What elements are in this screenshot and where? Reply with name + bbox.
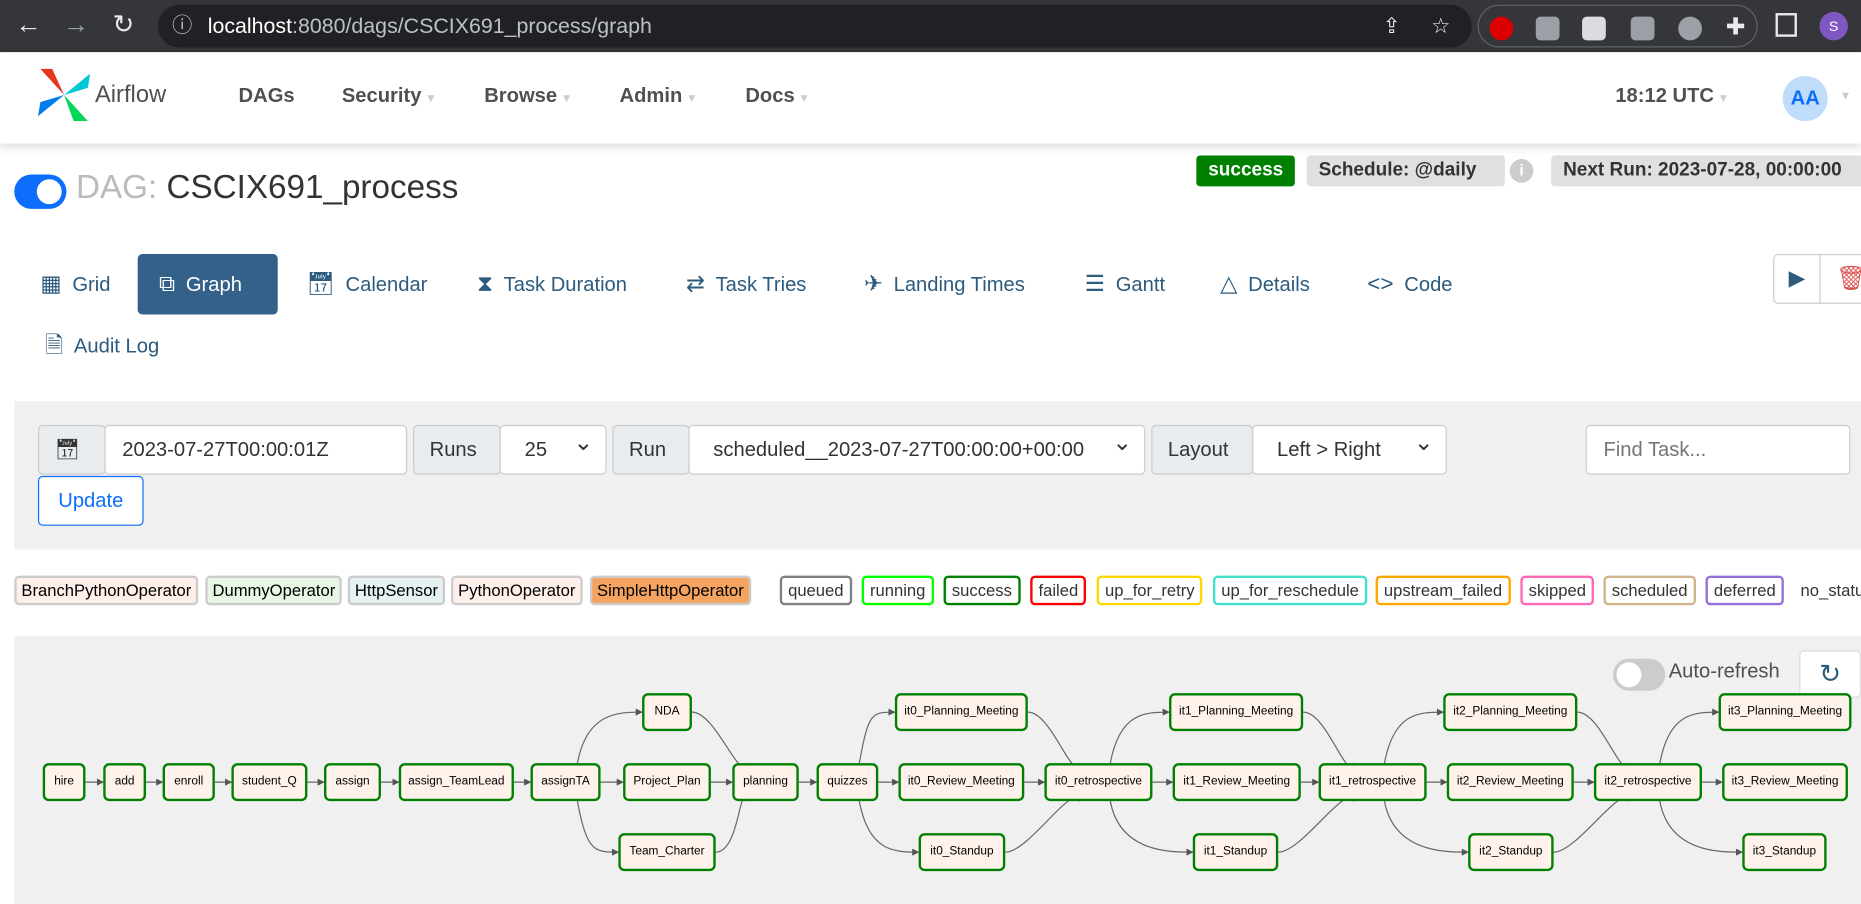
task-node[interactable]: assign_TeamLead — [398, 763, 514, 802]
task-node[interactable]: hire — [42, 763, 86, 802]
nav-docs[interactable]: Docs ▼ — [745, 84, 810, 108]
task-node[interactable]: student_Q — [231, 763, 308, 802]
brand-name: Airflow — [94, 81, 167, 109]
graph-edge — [1659, 801, 1744, 856]
graph-edge — [1383, 801, 1469, 856]
task-node[interactable]: it0_Planning_Meeting — [894, 693, 1028, 732]
graph-edge — [1027, 711, 1081, 771]
task-node[interactable]: it1_Review_Meeting — [1172, 763, 1301, 802]
graph-edge — [1553, 793, 1631, 853]
task-node[interactable]: add — [103, 763, 146, 802]
task-node[interactable]: Project_Plan — [623, 763, 711, 802]
task-node[interactable]: assign — [324, 763, 381, 802]
nav-security[interactable]: Security ▼ — [342, 84, 437, 108]
task-node[interactable]: Team_Charter — [618, 833, 716, 872]
graph-edge — [1109, 708, 1170, 764]
graph-edge — [576, 708, 643, 764]
airflow-logo[interactable] — [36, 66, 93, 123]
graph-edge — [1383, 708, 1444, 764]
graph-edge — [858, 708, 896, 764]
user-avatar[interactable]: AA — [1782, 75, 1828, 122]
clock-dropdown[interactable]: 18:12 UTC ▼ — [1615, 84, 1729, 108]
task-node[interactable]: assignTA — [530, 763, 601, 802]
task-node[interactable]: quizzes — [816, 763, 879, 802]
graph-edge — [1303, 711, 1355, 771]
nav-browse[interactable]: Browse ▼ — [484, 84, 572, 108]
graph-edge — [576, 801, 620, 856]
task-node[interactable]: it0_Review_Meeting — [898, 763, 1025, 802]
task-node[interactable]: it1_Standup — [1192, 833, 1279, 872]
graph-edge — [1005, 793, 1081, 853]
nav-dags[interactable]: DAGs — [239, 84, 295, 108]
task-node[interactable]: it3_Review_Meeting — [1722, 763, 1848, 802]
task-node[interactable]: it1_retrospective — [1318, 763, 1427, 802]
task-node[interactable]: it0_retrospective — [1044, 763, 1153, 802]
graph-edge — [715, 793, 748, 853]
task-node[interactable]: it2_retrospective — [1593, 763, 1702, 802]
graph-edge — [1109, 801, 1194, 856]
graph-edge — [1659, 708, 1720, 764]
task-node[interactable]: it2_Review_Meeting — [1446, 763, 1574, 802]
graph-edge — [1278, 793, 1355, 853]
task-node[interactable]: it3_Planning_Meeting — [1718, 693, 1852, 732]
task-node[interactable]: enroll — [162, 763, 215, 802]
task-node[interactable]: it1_Planning_Meeting — [1169, 693, 1304, 732]
nav-admin[interactable]: Admin ▼ — [620, 84, 698, 108]
task-node[interactable]: it3_Standup — [1742, 833, 1827, 872]
graph-edge — [858, 801, 920, 856]
chevron-down-icon[interactable]: ▼ — [1840, 90, 1852, 103]
task-node[interactable]: it2_Planning_Meeting — [1443, 693, 1578, 732]
navbar: Airflow DAGs Security ▼ Browse ▼ Admin ▼ Do… — [0, 52, 1861, 144]
task-node[interactable]: planning — [732, 763, 799, 802]
task-node[interactable]: it2_Standup — [1468, 833, 1554, 872]
graph-edge — [1577, 711, 1631, 771]
graph-edge — [691, 711, 748, 771]
task-node[interactable]: NDA — [642, 693, 692, 732]
task-node[interactable]: it0_Standup — [918, 833, 1006, 872]
